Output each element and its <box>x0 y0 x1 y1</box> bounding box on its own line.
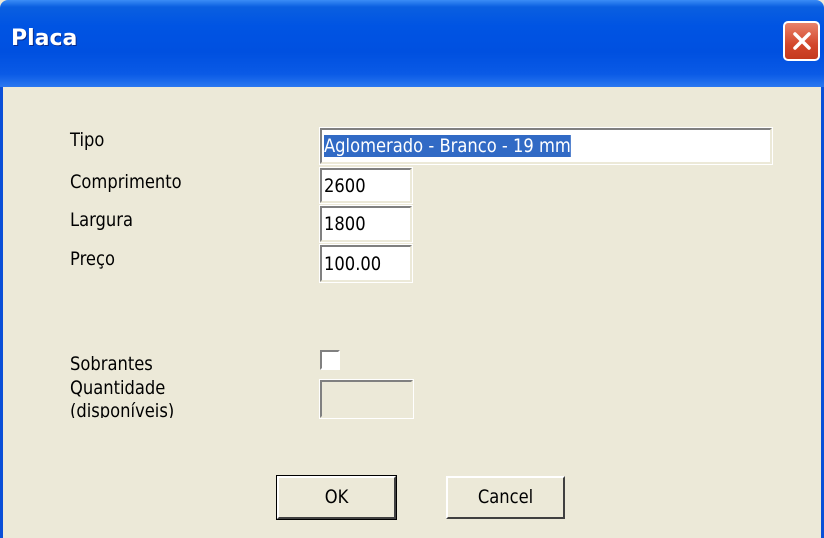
close-button[interactable] <box>783 21 820 61</box>
dialog-window: Placa Tipo Aglomerado - Branco - 19 mm C… <box>0 0 824 538</box>
close-icon <box>793 32 811 50</box>
window-title: Placa <box>11 26 78 51</box>
window-border-left <box>0 87 3 538</box>
comprimento-field[interactable]: 2600 <box>319 167 413 204</box>
tipo-label: Tipo <box>70 129 105 151</box>
sobrantes-label: Sobrantes <box>70 353 153 375</box>
cancel-button[interactable]: Cancel <box>446 476 565 519</box>
tipo-field[interactable]: Aglomerado - Branco - 19 mm <box>319 127 773 165</box>
quantidade-label-line2: (disponíveis) <box>70 402 175 418</box>
ok-button[interactable]: OK <box>276 475 397 520</box>
preco-field[interactable]: 100.00 <box>319 244 413 283</box>
ok-button-label: OK <box>324 486 349 508</box>
quantidade-label: Quantidade <box>70 377 166 399</box>
largura-value: 1800 <box>324 213 366 235</box>
preco-value: 100.00 <box>324 253 382 275</box>
preco-label: Preço <box>70 248 115 270</box>
largura-field[interactable]: 1800 <box>319 205 413 243</box>
sobrantes-checkbox[interactable] <box>320 350 340 370</box>
quantidade-field[interactable] <box>319 379 414 419</box>
title-bar[interactable]: Placa <box>0 0 824 87</box>
comprimento-label: Comprimento <box>70 171 182 193</box>
comprimento-value: 2600 <box>324 175 366 197</box>
tipo-value: Aglomerado - Branco - 19 mm <box>324 135 571 157</box>
quantidade-label-clip: (disponíveis) <box>70 402 270 418</box>
cancel-button-label: Cancel <box>477 486 534 508</box>
largura-label: Largura <box>70 209 134 231</box>
